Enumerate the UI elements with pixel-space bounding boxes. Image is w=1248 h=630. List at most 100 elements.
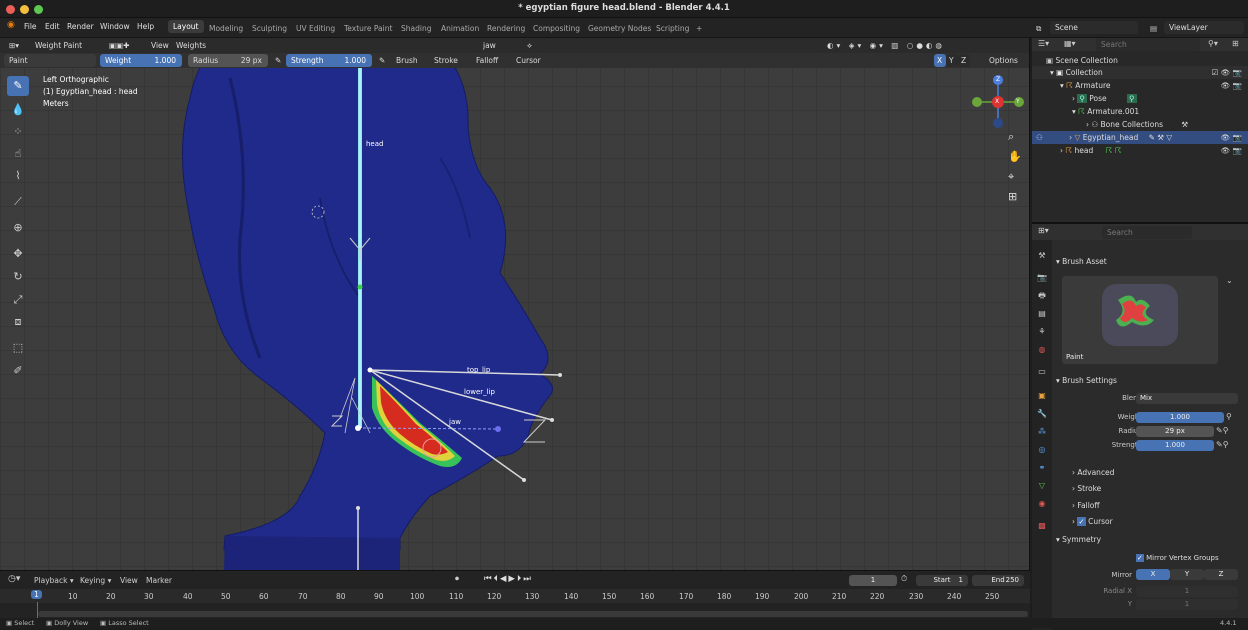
brush-thumbnail[interactable]: Paint	[1062, 276, 1218, 364]
weight-prop-field[interactable]: 1.000	[1136, 412, 1224, 423]
tab-modeling[interactable]: Modeling	[209, 24, 243, 33]
mirror-y-toggle[interactable]: Y	[946, 54, 958, 67]
autokey-icon[interactable]: ⏺	[455, 574, 459, 584]
texture-tab-icon[interactable]: ▩	[1036, 520, 1048, 532]
strength-prop-field[interactable]: 1.000	[1136, 440, 1214, 451]
tab-sculpting[interactable]: Sculpting	[252, 24, 287, 33]
3d-viewport[interactable]: ⊞▾ Weight Paint ▣▣✚ View Weights jaw ⟡ ◐…	[0, 38, 1030, 570]
gizmo-z-label[interactable]: Z	[996, 76, 1000, 83]
modifier-tab-icon[interactable]: 🔧	[1036, 408, 1048, 420]
advanced-subpanel[interactable]: › Advanced	[1072, 468, 1114, 477]
tab-layout[interactable]: Layout	[168, 20, 204, 33]
stroke-dropdown[interactable]: Stroke	[429, 54, 463, 67]
radius-field[interactable]: Radius 29 px	[188, 54, 268, 67]
falloff-subpanel[interactable]: › Falloff	[1072, 501, 1100, 510]
mirror-z-button[interactable]: Z	[1204, 569, 1238, 580]
new-collection-icon[interactable]: ⊞	[1232, 39, 1239, 48]
tab-scripting[interactable]: Scripting	[656, 24, 689, 33]
viewport-shading-icons[interactable]: ◐▾ ◈▾ ◉▾ ▥ ○●◐◍	[822, 39, 1022, 52]
gizmo-x-label[interactable]: X	[995, 98, 999, 105]
visibility-icons[interactable]: 👁 📷	[1221, 79, 1242, 92]
sample-weight-icon[interactable]: ⌇	[7, 166, 29, 186]
mirror-vertex-groups-toggle[interactable]: ✓ Mirror Vertex Groups	[1136, 554, 1219, 562]
average-brush-icon[interactable]: ⁘	[7, 122, 29, 142]
outliner-row-armature[interactable]: ▾ ☈ Armature 👁 📷	[1032, 79, 1248, 92]
physics-tab-icon[interactable]: ◎	[1036, 444, 1048, 456]
rotate-tool-icon[interactable]: ↻	[7, 267, 29, 287]
tab-uv-editing[interactable]: UV Editing	[296, 24, 335, 33]
stopwatch-icon[interactable]: ⏱	[901, 574, 907, 584]
scene-selector[interactable]: Scene	[1050, 21, 1138, 34]
outliner-row-egyptian-head[interactable]: ⚇ › ▽ Egyptian_head ✎ ⚒ ▽ 👁 📷	[1032, 131, 1248, 144]
render-tab-icon[interactable]: 📷	[1036, 272, 1048, 284]
zoom-icon[interactable]: ⌕	[1008, 130, 1014, 144]
cursor-dropdown[interactable]: Cursor	[511, 54, 546, 67]
menu-window[interactable]: Window	[100, 22, 130, 31]
gradient-icon[interactable]: ⟋	[7, 192, 29, 212]
radius-pressure-prop-icon[interactable]: ✎⚲	[1216, 426, 1229, 435]
blend-dropdown[interactable]: Mix	[1136, 393, 1238, 404]
end-frame-field[interactable]: End 250	[972, 575, 1024, 586]
strength-field[interactable]: Strength 1.000	[286, 54, 372, 67]
expand-icon[interactable]: ▾	[1050, 68, 1054, 77]
symmetry-section[interactable]: ▾ Symmetry	[1056, 535, 1101, 544]
transform-tool-icon[interactable]: ⧈	[7, 312, 29, 332]
pan-hand-icon[interactable]: ✋	[1008, 150, 1022, 163]
add-workspace-button[interactable]: +	[696, 24, 702, 33]
expand-icon[interactable]: ▾	[1060, 81, 1064, 90]
visibility-icons[interactable]: ☑ 👁 📷	[1212, 66, 1242, 79]
material-tab-icon[interactable]: ◉	[1036, 498, 1048, 510]
outliner-row-bone-collections[interactable]: › ⚇ Bone Collections ⚒	[1032, 118, 1248, 131]
tool-tab-icon[interactable]: ⚒	[1036, 250, 1048, 262]
playback-controls[interactable]: ⏮⏴◀▶⏵⏭	[484, 574, 533, 584]
particles-tab-icon[interactable]: ⁂	[1036, 426, 1048, 438]
tool-selector[interactable]: Paint	[4, 54, 96, 67]
current-frame-field[interactable]: 1	[849, 575, 897, 586]
collection-tab-icon[interactable]: ▭	[1036, 366, 1048, 378]
mode-selector[interactable]: Weight Paint	[30, 39, 100, 52]
filter-icon[interactable]: ⚲▾	[1208, 39, 1218, 48]
weight-field[interactable]: Weight 1.000	[100, 54, 182, 67]
brush-dropdown[interactable]: Brush	[391, 54, 423, 67]
keying-menu[interactable]: Keying ▾	[80, 576, 111, 585]
annotate-icon[interactable]: ✐	[7, 361, 29, 381]
select-box-icon[interactable]: ⬚	[7, 338, 29, 358]
strength-pressure-icon[interactable]: ✎	[374, 54, 386, 67]
blender-logo-icon[interactable]: ◉	[7, 20, 15, 30]
outliner-row-collection[interactable]: ▾ ▣ Collection ☑ 👁 📷	[1032, 66, 1248, 79]
menu-weights[interactable]: Weights	[171, 39, 211, 52]
pivot-icon[interactable]: ⟡	[522, 39, 540, 52]
falloff-dropdown[interactable]: Falloff	[471, 54, 503, 67]
brush-asset-section[interactable]: ▾ Brush Asset	[1056, 257, 1107, 266]
expand-icon[interactable]: ▾	[1072, 107, 1076, 116]
paint-mode-toggles[interactable]: ▣▣✚	[104, 39, 142, 52]
timeline-editor-icon[interactable]: ◷▾	[8, 574, 20, 584]
editor-type-button[interactable]: ⊞▾	[4, 39, 26, 52]
menu-view[interactable]: View	[146, 39, 174, 52]
cursor-tool-icon[interactable]: ⊕	[7, 218, 29, 238]
cursor-checkbox[interactable]: ✓	[1077, 517, 1086, 526]
stroke-subpanel[interactable]: › Stroke	[1072, 484, 1101, 493]
brush-asset-dropdown-icon[interactable]: ⌄	[1226, 276, 1233, 285]
ortho-grid-icon[interactable]: ⊞	[1008, 190, 1017, 203]
menu-edit[interactable]: Edit	[45, 22, 60, 31]
move-tool-icon[interactable]: ✥	[7, 244, 29, 264]
start-frame-field[interactable]: Start 1	[916, 575, 968, 586]
playhead[interactable]: 1	[31, 590, 42, 599]
menu-render[interactable]: Render	[67, 22, 94, 31]
radius-prop-field[interactable]: 29 px	[1136, 426, 1214, 437]
expand-icon[interactable]: ›	[1086, 120, 1089, 129]
menu-help[interactable]: Help	[137, 22, 154, 31]
draw-brush-icon[interactable]: ✎	[7, 76, 29, 96]
outliner-search-input[interactable]: Search	[1096, 38, 1200, 51]
visibility-icons[interactable]: 👁 📷	[1221, 131, 1242, 144]
outliner-row-armature-001[interactable]: ▾ ☈ Armature.001	[1032, 105, 1248, 118]
scene-tab-icon[interactable]: ⚘	[1036, 326, 1048, 338]
world-tab-icon[interactable]: ◍	[1036, 344, 1048, 356]
marker-menu[interactable]: Marker	[146, 576, 172, 585]
constraints-tab-icon[interactable]: ⚭	[1036, 462, 1048, 474]
timeline-view-menu[interactable]: View	[120, 576, 138, 585]
mirror-x-toggle[interactable]: X	[934, 54, 946, 67]
mirror-z-toggle[interactable]: Z	[958, 54, 970, 67]
tab-compositing[interactable]: Compositing	[533, 24, 580, 33]
